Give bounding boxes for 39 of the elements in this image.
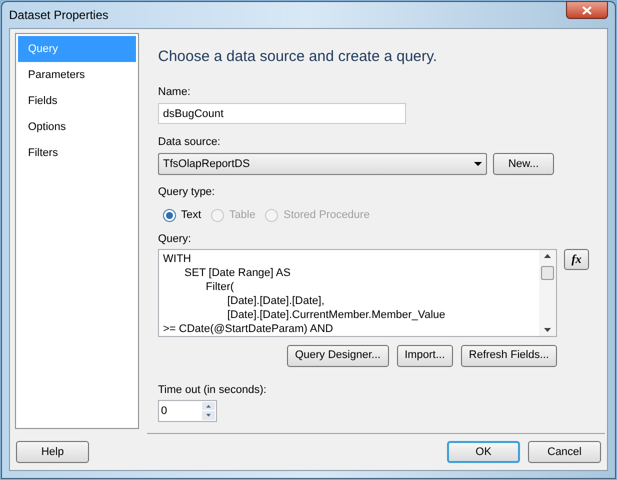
scroll-down-icon <box>544 328 551 332</box>
sidebar-item[interactable]: Options <box>18 114 136 140</box>
spin-down-icon[interactable] <box>202 411 215 420</box>
timeout-spinner[interactable]: 0 <box>158 400 217 422</box>
name-field[interactable]: dsBugCount <box>158 103 406 124</box>
field-label: Query: <box>158 232 192 246</box>
dialog-button[interactable]: Cancel <box>528 441 601 463</box>
query-action-button[interactable]: Refresh Fields... <box>460 344 557 366</box>
close-button[interactable] <box>566 1 608 19</box>
scrollbar[interactable] <box>539 250 556 336</box>
query-line: WITH <box>163 252 192 266</box>
dialog-button[interactable]: OK <box>447 441 520 463</box>
dropdown-arrow-icon <box>474 162 482 166</box>
data-source-dropdown[interactable]: TfsOlapReportDS <box>158 153 487 175</box>
close-icon <box>582 6 592 14</box>
expression-button[interactable]: fx <box>564 248 589 270</box>
radio-option[interactable]: Text <box>163 207 202 224</box>
query-action-button[interactable]: Query Designer... <box>286 344 389 366</box>
query-text-area[interactable]: WITH SET [Date Range] AS Filter( [Date].[Date].[Date], [Date].[Date].CurrentMember.Member_Value >= CDate(@StartDateParam) AND <box>158 248 557 336</box>
help-button[interactable]: Help <box>16 441 89 463</box>
scroll-up-icon <box>544 254 551 258</box>
query-line: >= CDate(@StartDateParam) AND <box>163 322 334 336</box>
query-line: Filter( <box>204 280 234 294</box>
window-title: Dataset Properties <box>9 7 108 24</box>
spin-up-icon[interactable] <box>202 402 215 410</box>
field-label: Query type: <box>158 186 216 199</box>
page-heading: Choose a data source and create a query. <box>158 48 438 66</box>
sidebar-item[interactable]: Filters <box>18 140 136 166</box>
query-line: SET [Date Range] AS <box>183 266 291 280</box>
new-button[interactable]: New... <box>493 153 554 175</box>
field-label: Time out (in seconds): <box>158 384 268 396</box>
query-line: [Date].[Date].CurrentMember.Member_Value <box>226 308 446 322</box>
field-label: Data source: <box>158 136 222 149</box>
query-line: [Date].[Date].[Date], <box>226 294 324 308</box>
field-label: Name: <box>158 86 192 99</box>
scroll-thumb[interactable] <box>541 266 554 280</box>
query-action-button[interactable]: Import... <box>396 344 453 366</box>
sidebar-item[interactable]: Parameters <box>18 62 136 88</box>
sidebar-item[interactable]: Fields <box>18 88 136 114</box>
